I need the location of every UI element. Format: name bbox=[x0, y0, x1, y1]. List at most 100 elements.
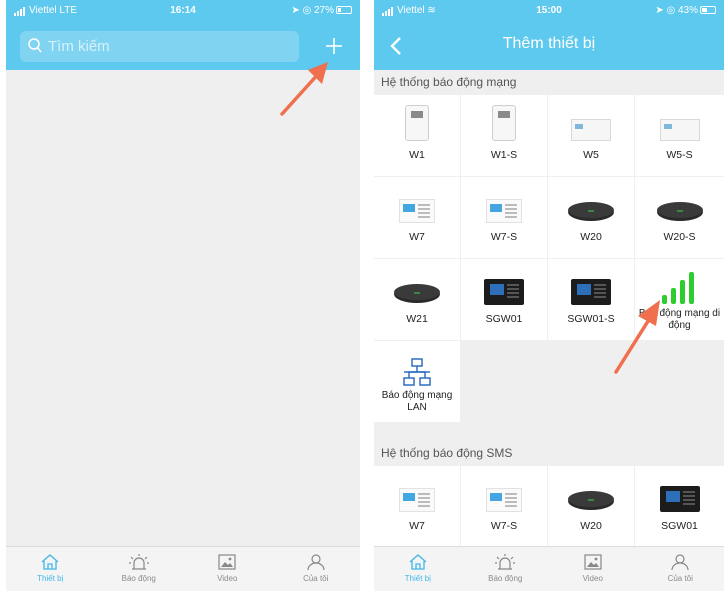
device-image bbox=[548, 95, 634, 141]
device-image bbox=[548, 259, 634, 305]
device-name: Báo động mạng di động bbox=[638, 308, 721, 331]
user-icon bbox=[307, 554, 325, 571]
device-tile[interactable]: W7 bbox=[374, 177, 460, 258]
tab-alarm[interactable]: Báo động bbox=[462, 547, 550, 591]
signal-bars-icon bbox=[661, 272, 694, 304]
device-tile[interactable]: W20 bbox=[548, 466, 634, 547]
tab-alarm-label: Báo động bbox=[121, 574, 156, 583]
battery-icon bbox=[700, 6, 716, 15]
device-tile[interactable]: W1-S bbox=[461, 95, 547, 176]
app-bar: Thêm thiết bị bbox=[374, 22, 724, 70]
device-image bbox=[635, 95, 724, 141]
home-icon bbox=[409, 554, 427, 570]
device-tile[interactable]: Báo động mạng LAN bbox=[374, 341, 460, 422]
right-phone-screen: Viettel ≋ 15:00 ➤ ◎ 43% Thêm thiết bị Hệ… bbox=[374, 0, 724, 591]
tab-profile[interactable]: Của tôi bbox=[272, 547, 361, 591]
home-icon bbox=[41, 554, 59, 570]
tab-alarm-label: Báo động bbox=[488, 574, 523, 583]
keypad-device-icon bbox=[486, 199, 522, 223]
keypad-device-icon bbox=[399, 199, 435, 223]
device-name: W21 bbox=[406, 313, 428, 325]
black-panel-device-icon bbox=[571, 279, 611, 305]
tab-devices[interactable]: Thiết bị bbox=[374, 547, 462, 591]
device-image bbox=[374, 259, 460, 305]
device-tile[interactable]: SGW01 bbox=[461, 259, 547, 340]
network-icon bbox=[403, 358, 431, 386]
app-bar bbox=[6, 22, 360, 70]
alarm-icon bbox=[128, 554, 149, 570]
tab-alarm[interactable]: Báo động bbox=[95, 547, 184, 591]
device-image bbox=[461, 95, 547, 141]
tab-video-label: Video bbox=[582, 574, 603, 583]
device-image bbox=[548, 466, 634, 512]
hub-device-icon bbox=[568, 491, 614, 510]
device-grid-sms: W7 W7-S W20 SGW01 bbox=[374, 466, 724, 548]
device-tile[interactable]: SGW01-S bbox=[548, 259, 634, 340]
tab-video-label: Video bbox=[217, 574, 238, 583]
device-name: W7-S bbox=[490, 520, 518, 532]
device-tile[interactable]: W20 bbox=[548, 177, 634, 258]
search-icon bbox=[28, 38, 42, 53]
status-right: ➤ ◎ 27% bbox=[291, 5, 352, 16]
device-tile[interactable]: W1 bbox=[374, 95, 460, 176]
device-tile[interactable]: W7-S bbox=[461, 177, 547, 258]
device-image bbox=[374, 95, 460, 141]
tab-video[interactable]: Video bbox=[549, 547, 637, 591]
device-tile[interactable]: W7-S bbox=[461, 466, 547, 547]
tab-devices-label: Thiết bị bbox=[37, 574, 64, 583]
device-name: W7 bbox=[409, 520, 425, 532]
device-tile[interactable]: W7 bbox=[374, 466, 460, 547]
device-tile[interactable]: SGW01 bbox=[635, 466, 724, 547]
status-bar: Viettel ≋ 15:00 ➤ ◎ 43% bbox=[374, 0, 724, 22]
status-bar: Viettel LTE 16:14 ➤ ◎ 27% bbox=[6, 0, 360, 22]
device-image bbox=[374, 177, 460, 223]
left-phone-screen: Viettel LTE 16:14 ➤ ◎ 27% Thiết bị Báo đ… bbox=[6, 0, 360, 591]
add-device-button[interactable] bbox=[320, 32, 348, 60]
device-name: W7-S bbox=[490, 231, 518, 243]
tab-video[interactable]: Video bbox=[183, 547, 272, 591]
device-name: W20 bbox=[580, 231, 602, 243]
search-box[interactable] bbox=[20, 31, 299, 62]
device-image bbox=[374, 466, 460, 512]
black-panel-device-icon bbox=[659, 486, 700, 512]
device-tile[interactable]: W20-S bbox=[635, 177, 724, 258]
alarm-icon bbox=[495, 554, 516, 570]
tab-devices[interactable]: Thiết bị bbox=[6, 547, 95, 591]
device-image bbox=[548, 177, 634, 223]
panel-device-icon bbox=[492, 105, 516, 141]
device-name: SGW01 bbox=[485, 313, 523, 325]
device-name: Báo động mạng LAN bbox=[381, 390, 453, 413]
image-icon bbox=[218, 554, 236, 570]
section-title-sms: Hệ thống báo động SMS bbox=[374, 441, 724, 466]
tab-profile-label: Của tôi bbox=[667, 574, 693, 583]
tab-devices-label: Thiết bị bbox=[404, 574, 431, 583]
device-image bbox=[374, 341, 460, 387]
image-icon bbox=[584, 554, 602, 570]
battery-percent: 27% bbox=[313, 5, 334, 16]
hub-device-icon bbox=[656, 202, 703, 221]
device-image bbox=[635, 466, 724, 512]
device-name: W1 bbox=[409, 149, 425, 161]
device-name: W1-S bbox=[490, 149, 518, 161]
device-image bbox=[461, 466, 547, 512]
search-input[interactable] bbox=[48, 31, 288, 62]
user-icon bbox=[671, 554, 689, 571]
page-title: Thêm thiết bị bbox=[502, 35, 596, 52]
keypad-device-icon bbox=[399, 488, 435, 512]
device-tile[interactable]: W5 bbox=[548, 95, 634, 176]
hub-device-icon bbox=[568, 202, 614, 221]
device-name: W20 bbox=[580, 520, 602, 532]
device-tile[interactable]: W21 bbox=[374, 259, 460, 340]
device-name: W7 bbox=[409, 231, 425, 243]
tab-bar: Thiết bị Báo động Video Của tôi bbox=[6, 546, 360, 591]
hub-device-icon bbox=[394, 284, 440, 303]
device-image bbox=[635, 177, 724, 223]
device-tile[interactable]: W5-S bbox=[635, 95, 724, 176]
device-image bbox=[461, 177, 547, 223]
panel-device-icon bbox=[405, 105, 429, 141]
tab-bar: Thiết bị Báo động Video Của tôi bbox=[374, 546, 724, 591]
device-name: W5-S bbox=[666, 149, 693, 161]
tab-profile[interactable]: Của tôi bbox=[637, 547, 725, 591]
device-name: W20-S bbox=[663, 231, 696, 243]
device-tile[interactable]: Báo động mạng di động bbox=[635, 259, 724, 340]
